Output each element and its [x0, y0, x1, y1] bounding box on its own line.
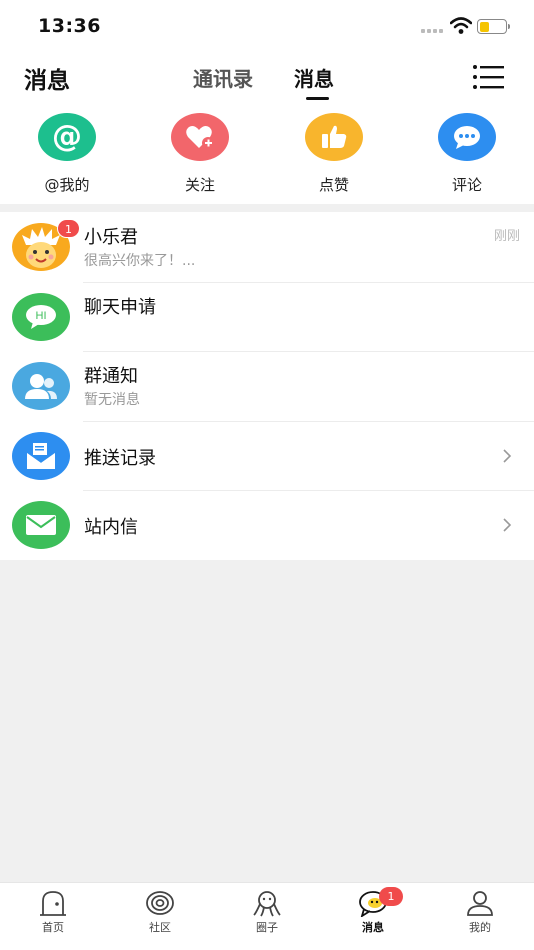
bottom-nav: 首页 社区 圈子 1 消息 我的: [0, 882, 534, 950]
quick-action-at-me[interactable]: @ @我的: [22, 113, 112, 195]
list-item-title: 站内信: [84, 517, 138, 539]
group-icon: [12, 362, 70, 411]
tab-indicator: [306, 97, 329, 100]
profile-icon: [467, 891, 493, 916]
list-item-title: 推送记录: [84, 447, 156, 469]
list-item-push-records[interactable]: 推送记录: [0, 420, 534, 491]
status-bar: 13:36: [0, 0, 534, 50]
chevron-right-icon: [503, 449, 512, 463]
list-item-preview: 暂无消息: [84, 392, 140, 409]
quick-action-label: @我的: [44, 176, 90, 194]
nav-label: 圈子: [256, 921, 278, 934]
quick-action-label: 关注: [184, 176, 215, 194]
heart-plus-icon: [171, 113, 229, 161]
thumbs-up-icon: [305, 113, 363, 161]
list-item-preview: 很高兴你来了！...: [84, 253, 196, 269]
menu-list-icon[interactable]: [472, 64, 504, 90]
circle-icon: [253, 891, 281, 917]
list-item-title: 聊天申请: [84, 296, 156, 318]
list-item-title: 群通知: [84, 366, 138, 388]
community-icon: [146, 891, 174, 915]
push-mail-icon: [12, 431, 70, 480]
nav-label: 消息: [362, 921, 384, 934]
at-icon: @: [38, 113, 96, 161]
quick-action-like[interactable]: 点赞: [289, 113, 379, 195]
message-list: 1 小乐君 很高兴你来了！... 刚刚 HI 聊天申请 群通知 暂无消息 推送记…: [0, 212, 534, 560]
signal-icon: [421, 29, 443, 33]
envelope-icon: [12, 501, 70, 550]
wifi-icon: [450, 17, 472, 34]
nav-unread-badge: 1: [379, 887, 403, 906]
list-item-chat-request[interactable]: HI 聊天申请: [0, 281, 534, 352]
status-time: 13:36: [38, 15, 101, 37]
nav-profile[interactable]: 我的: [445, 889, 515, 935]
battery-icon: [477, 19, 510, 34]
quick-action-follow[interactable]: 关注: [155, 113, 245, 195]
quick-action-label: 评论: [451, 176, 482, 194]
home-icon: [40, 891, 66, 916]
tab-messages[interactable]: 消息: [294, 63, 334, 92]
chevron-right-icon: [503, 518, 512, 532]
list-item-title: 小乐君: [84, 227, 138, 248]
unread-badge: 1: [57, 219, 80, 238]
list-item-group-notice[interactable]: 群通知 暂无消息: [0, 351, 534, 421]
list-item-site-mail[interactable]: 站内信: [0, 490, 534, 560]
header: 消息 通讯录 消息: [0, 50, 534, 106]
list-item-xiaolejun[interactable]: 1 小乐君 很高兴你来了！... 刚刚: [0, 212, 534, 282]
nav-circle[interactable]: 圈子: [232, 889, 302, 935]
page-title: 消息: [24, 68, 70, 94]
svg-text:HI: HI: [36, 310, 47, 322]
quick-actions: @ @我的 关注 点赞 评论: [0, 106, 534, 204]
nav-label: 我的: [469, 921, 491, 934]
tab-contacts[interactable]: 通讯录: [193, 63, 253, 92]
nav-label: 社区: [149, 921, 171, 934]
nav-home[interactable]: 首页: [18, 889, 88, 935]
chat-hi-icon: HI: [12, 292, 70, 341]
nav-community[interactable]: 社区: [125, 889, 195, 935]
list-item-time: 刚刚: [493, 229, 520, 244]
nav-messages[interactable]: 1 消息: [338, 887, 408, 935]
nav-label: 首页: [42, 921, 64, 934]
quick-action-comment[interactable]: 评论: [422, 113, 512, 195]
comment-icon: [438, 113, 496, 161]
quick-action-label: 点赞: [318, 176, 349, 194]
